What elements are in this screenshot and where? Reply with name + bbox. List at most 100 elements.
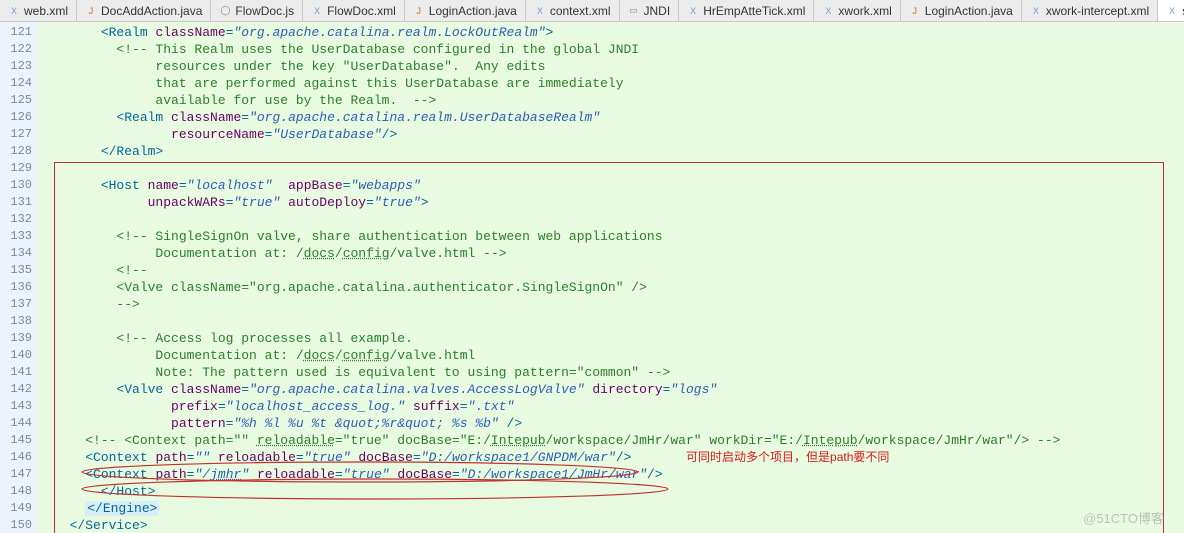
tab-label: xwork.xml <box>838 4 891 18</box>
line-number: 149 <box>0 500 38 517</box>
code-line: <Realm className="org.apache.catalina.re… <box>38 24 1184 41</box>
tab-docaddaction[interactable]: J DocAddAction.java <box>77 0 211 22</box>
line-number: 143 <box>0 398 38 415</box>
tab-server-xml[interactable]: Xserver.xml✕ <box>1158 0 1184 22</box>
xml-icon: X <box>8 5 20 17</box>
code-line <box>38 313 1184 330</box>
tab-xwork-intercept[interactable]: Xxwork-intercept.xml <box>1022 0 1158 22</box>
code-line <box>38 211 1184 228</box>
xml-icon: X <box>822 5 834 17</box>
line-number: 148 <box>0 483 38 500</box>
tab-label: xwork-intercept.xml <box>1046 4 1149 18</box>
code-line: Note: The pattern used is equivalent to … <box>38 364 1184 381</box>
code-line: </Service> <box>38 517 1184 533</box>
line-number: 142 <box>0 381 38 398</box>
line-number: 145 <box>0 432 38 449</box>
line-number: 126 <box>0 109 38 126</box>
code-line: resourceName="UserDatabase"/> <box>38 126 1184 143</box>
tab-label: LoginAction.java <box>429 4 517 18</box>
line-number: 130 <box>0 177 38 194</box>
tab-hrempattetick[interactable]: X HrEmpAtteTick.xml <box>679 0 814 22</box>
line-number-gutter: 1211221231241251261271281291301311321331… <box>0 22 38 533</box>
code-line: resources under the key "UserDatabase". … <box>38 58 1184 75</box>
code-line: <!-- This Realm uses the UserDatabase co… <box>38 41 1184 58</box>
xml-icon: X <box>534 5 546 17</box>
code-line: <Context path="/jmhr" reloadable="true" … <box>38 466 1184 483</box>
code-line: <Valve className="org.apache.catalina.va… <box>38 381 1184 398</box>
code-line: --> <box>38 296 1184 313</box>
tab-context-xml[interactable]: Xcontext.xml <box>526 0 620 22</box>
line-number: 128 <box>0 143 38 160</box>
code-line: <!-- <Context path="" reloadable="true" … <box>38 432 1184 449</box>
code-line: <Context path="" reloadable="true" docBa… <box>38 449 1184 466</box>
line-number: 147 <box>0 466 38 483</box>
code-line: </Host> <box>38 483 1184 500</box>
tab-label: FlowDoc.js <box>235 4 294 18</box>
code-line: Documentation at: /docs/config/valve.htm… <box>38 245 1184 262</box>
tab-label: DocAddAction.java <box>101 4 202 18</box>
line-number: 125 <box>0 92 38 109</box>
xml-icon: X <box>687 5 699 17</box>
code-line: prefix="localhost_access_log." suffix=".… <box>38 398 1184 415</box>
code-line: <!-- <box>38 262 1184 279</box>
tab-label: context.xml <box>550 4 611 18</box>
tab-label: FlowDoc.xml <box>327 4 396 18</box>
editor: 1211221231241251261271281291301311321331… <box>0 22 1184 533</box>
code-line: available for use by the Realm. --> <box>38 92 1184 109</box>
line-number: 150 <box>0 517 38 533</box>
tab-xwork-xml[interactable]: Xxwork.xml <box>814 0 900 22</box>
line-number: 132 <box>0 211 38 228</box>
xml-icon: X <box>311 5 323 17</box>
code-area[interactable]: <Realm className="org.apache.catalina.re… <box>38 22 1184 533</box>
tab-jndi[interactable]: ▭JNDI <box>620 0 680 22</box>
line-number: 138 <box>0 313 38 330</box>
line-number: 135 <box>0 262 38 279</box>
line-number: 134 <box>0 245 38 262</box>
line-number: 140 <box>0 347 38 364</box>
tab-label: LoginAction.java <box>925 4 1013 18</box>
line-number: 122 <box>0 41 38 58</box>
code-line: <!-- SingleSignOn valve, share authentic… <box>38 228 1184 245</box>
line-number: 131 <box>0 194 38 211</box>
line-number: 146 <box>0 449 38 466</box>
code-line: <!-- Access log processes all example. <box>38 330 1184 347</box>
tab-flowdoc-xml[interactable]: X FlowDoc.xml <box>303 0 405 22</box>
js-icon: ◯ <box>219 5 231 17</box>
line-number: 139 <box>0 330 38 347</box>
tab-loginaction1[interactable]: J LoginAction.java <box>405 0 526 22</box>
code-line <box>38 160 1184 177</box>
java-icon: J <box>413 5 425 17</box>
code-line: </Realm> <box>38 143 1184 160</box>
tab-web-xml[interactable]: Xweb.xml <box>0 0 77 22</box>
tab-flowdoc-js[interactable]: ◯ FlowDoc.js <box>211 0 303 22</box>
code-line: <Valve className="org.apache.catalina.au… <box>38 279 1184 296</box>
xml-icon: X <box>1030 5 1042 17</box>
editor-tab-bar: Xweb.xml JDocAddAction.java ◯FlowDoc.js … <box>0 0 1184 22</box>
code-line: that are performed against this UserData… <box>38 75 1184 92</box>
line-number: 127 <box>0 126 38 143</box>
line-number: 141 <box>0 364 38 381</box>
tab-label: web.xml <box>24 4 68 18</box>
code-line: <Realm className="org.apache.catalina.re… <box>38 109 1184 126</box>
xml-icon: X <box>1166 5 1178 17</box>
line-number: 129 <box>0 160 38 177</box>
code-line: unpackWARs="true" autoDeploy="true"> <box>38 194 1184 211</box>
code-line: </Engine> <box>38 500 1184 517</box>
java-icon: J <box>909 5 921 17</box>
tab-label: JNDI <box>644 4 671 18</box>
code-line: pattern="%h %l %u %t &quot;%r&quot; %s %… <box>38 415 1184 432</box>
code-line: Documentation at: /docs/config/valve.htm… <box>38 347 1184 364</box>
line-number: 136 <box>0 279 38 296</box>
line-number: 123 <box>0 58 38 75</box>
line-number: 144 <box>0 415 38 432</box>
code-line: <Host name="localhost" appBase="webapps" <box>38 177 1184 194</box>
tab-label: HrEmpAtteTick.xml <box>703 4 805 18</box>
line-number: 137 <box>0 296 38 313</box>
line-number: 121 <box>0 24 38 41</box>
annotation-text: 可同时启动多个项目，但是path要不同 <box>686 450 889 464</box>
watermark: @51CTO博客 <box>1083 508 1164 527</box>
line-number: 124 <box>0 75 38 92</box>
line-number: 133 <box>0 228 38 245</box>
java-icon: J <box>85 5 97 17</box>
tab-loginaction2[interactable]: J LoginAction.java <box>901 0 1022 22</box>
